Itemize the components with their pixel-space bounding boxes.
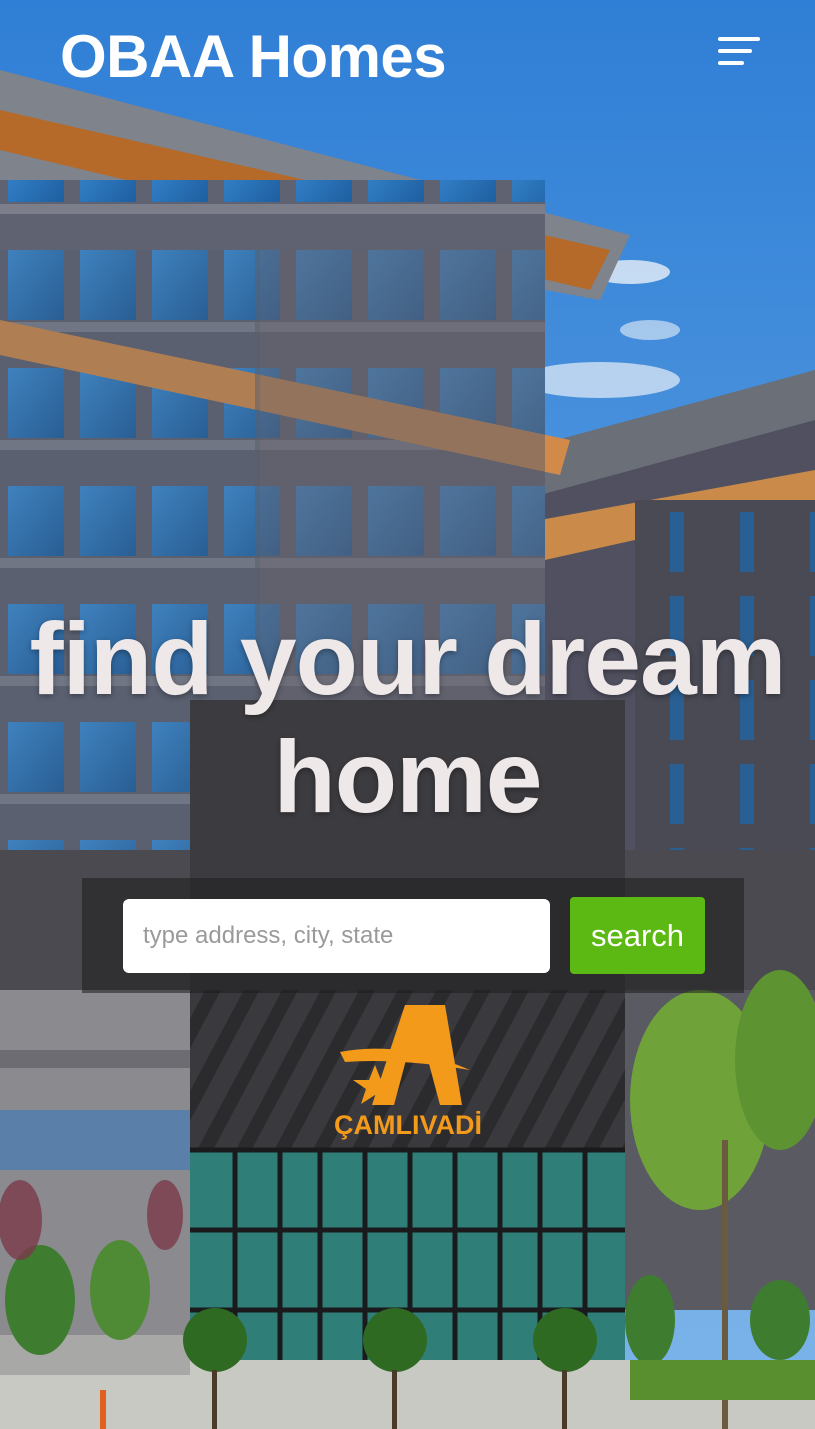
menu-icon-bar	[718, 37, 760, 41]
menu-icon-bar	[718, 61, 744, 65]
hero-title: find your dream home	[29, 602, 787, 834]
search-button[interactable]: search	[570, 897, 705, 974]
search-bar: search	[82, 878, 744, 993]
brand-logo[interactable]: OBAA Homes	[60, 22, 447, 91]
menu-button[interactable]	[712, 36, 762, 74]
menu-icon-bar	[718, 49, 752, 53]
logo-sign-text: ÇAMLIVADİ	[334, 1110, 482, 1140]
search-input[interactable]	[123, 899, 550, 973]
